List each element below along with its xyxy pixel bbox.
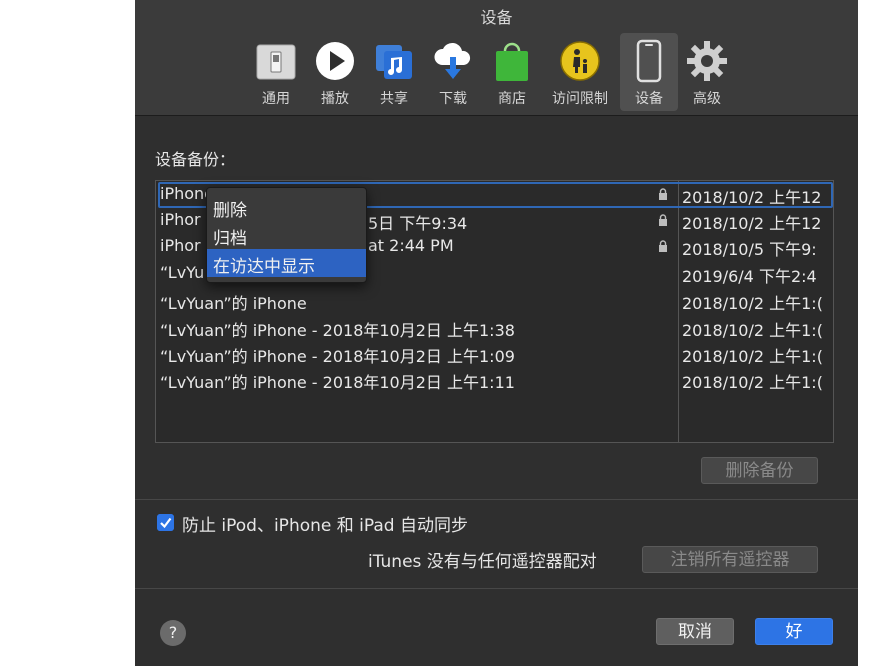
gear-icon <box>687 41 727 81</box>
backup-date: 2018/10/2 上午1:( <box>682 321 823 340</box>
ok-button[interactable]: 好 <box>755 618 833 645</box>
tab-downloads[interactable]: 下载 <box>427 33 479 111</box>
menu-item-label: 删除 <box>213 201 247 221</box>
tab-parental[interactable]: 访问限制 <box>543 33 617 111</box>
help-button[interactable]: ? <box>160 620 186 646</box>
backup-date: 2018/10/2 上午1:( <box>682 294 823 313</box>
backup-row[interactable]: “LvYuan”的 iPhone - 2018年10月2日 上午1:09 201… <box>156 340 833 366</box>
device-backups-label: 设备备份： <box>155 150 236 169</box>
divider <box>135 499 858 500</box>
backup-name-tail: 5日 下午9:34 <box>368 214 468 233</box>
lock-icon <box>659 188 667 200</box>
divider <box>135 588 858 589</box>
tab-devices-label: 设备 <box>635 91 663 107</box>
backup-name: iPhor <box>160 210 201 229</box>
backup-date: 2018/10/2 上午1:( <box>682 373 823 392</box>
backup-name: “LvYuan”的 iPhone - 2018年10月2日 上午1:38 <box>160 321 515 340</box>
device-iphone-icon <box>636 39 662 83</box>
play-icon <box>316 42 354 80</box>
tab-downloads-label: 下载 <box>439 91 467 107</box>
tab-general-label: 通用 <box>262 91 290 107</box>
backup-row[interactable]: “LvYuan”的 iPhone - 2018年10月2日 上午1:11 201… <box>156 366 833 392</box>
preferences-window: 设备 通用 播放 共享 下载 商店 访问限制 设备 高级 设备备份： iPhon… <box>135 0 858 666</box>
delete-backup-button[interactable]: 删除备份 <box>701 457 818 484</box>
general-switch-icon <box>256 44 296 80</box>
tab-store-label: 商店 <box>498 91 526 107</box>
cloud-download-icon <box>434 42 471 79</box>
tab-store[interactable]: 商店 <box>486 33 538 111</box>
window-title: 设备 <box>480 8 513 27</box>
backup-row[interactable]: “LvYuan”的 iPhone 2018/10/2 上午1:( <box>156 287 833 313</box>
lock-icon <box>659 240 667 252</box>
menu-item-delete[interactable]: 删除 <box>207 193 366 221</box>
tab-playback[interactable]: 播放 <box>309 33 361 111</box>
unpair-remotes-button[interactable]: 注销所有遥控器 <box>642 546 818 573</box>
tab-parental-label: 访问限制 <box>552 91 608 107</box>
context-menu: 删除 归档 在访达中显示 <box>206 187 367 283</box>
tab-playback-label: 播放 <box>321 91 349 107</box>
prevent-sync-checkbox[interactable] <box>157 514 174 531</box>
sharing-music-icon <box>376 45 412 79</box>
tab-sharing-label: 共享 <box>380 91 408 107</box>
tab-sharing[interactable]: 共享 <box>368 33 420 111</box>
menu-item-archive[interactable]: 归档 <box>207 221 366 249</box>
tab-advanced[interactable]: 高级 <box>681 33 733 111</box>
tab-general[interactable]: 通用 <box>250 33 302 111</box>
store-bag-icon <box>496 42 528 81</box>
backup-date: 2018/10/2 上午12 <box>682 188 822 207</box>
menu-item-show-in-finder[interactable]: 在访达中显示 <box>207 249 366 277</box>
backup-date: 2018/10/5 下午9: <box>682 240 817 259</box>
backup-date: 2019/6/4 下午2:4 <box>682 267 817 286</box>
tab-advanced-label: 高级 <box>693 91 721 107</box>
backup-name: “LvYu <box>160 263 205 282</box>
backup-date: 2018/10/2 上午1:( <box>682 347 823 366</box>
menu-item-label: 归档 <box>213 229 247 249</box>
backup-name: “LvYuan”的 iPhone - 2018年10月2日 上午1:11 <box>160 373 515 392</box>
prevent-sync-label[interactable]: 防止 iPod、iPhone 和 iPad 自动同步 <box>182 511 468 536</box>
backup-name-tail: at 2:44 PM <box>368 236 454 255</box>
backup-name: “LvYuan”的 iPhone - 2018年10月2日 上午1:09 <box>160 347 515 366</box>
backup-name: iPhor <box>160 236 201 255</box>
backup-name: “LvYuan”的 iPhone <box>160 294 307 313</box>
tab-devices[interactable]: 设备 <box>620 33 678 111</box>
backup-row[interactable]: “LvYuan”的 iPhone - 2018年10月2日 上午1:38 201… <box>156 314 833 340</box>
preferences-toolbar: 设备 通用 播放 共享 下载 商店 访问限制 设备 高级 <box>135 0 858 116</box>
backup-date: 2018/10/2 上午12 <box>682 214 822 233</box>
remote-status-text: iTunes 没有与任何遥控器配对 <box>368 552 597 572</box>
parental-controls-icon <box>560 41 600 81</box>
cancel-button[interactable]: 取消 <box>656 618 734 645</box>
lock-icon <box>659 214 667 226</box>
menu-item-label: 在访达中显示 <box>213 257 315 277</box>
